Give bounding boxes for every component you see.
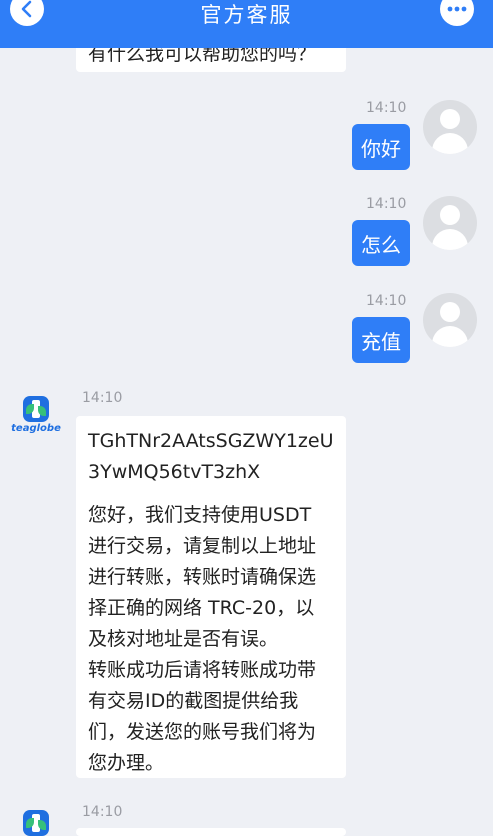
user-message-bubble: 你好 <box>352 124 410 170</box>
user-avatar <box>423 100 477 154</box>
user-avatar <box>423 196 477 250</box>
agent-brand-label: teaglobe <box>11 423 61 434</box>
agent-message-bubble <box>76 828 346 836</box>
message-timestamp: 14:10 <box>366 196 407 212</box>
wallet-address-text[interactable]: TGhTNr2AAtsSGZWY1zeU 3YwMQ56tvT3zhX <box>88 426 333 488</box>
agent-message-bubble: TGhTNr2AAtsSGZWY1zeU 3YwMQ56tvT3zhX 您好，我… <box>76 416 346 778</box>
message-timestamp: 14:10 <box>366 100 407 116</box>
user-message-text: 怎么 <box>361 232 401 257</box>
user-message-text: 充值 <box>361 329 401 354</box>
chat-header: 官方客服 <box>0 0 493 48</box>
chevron-left-icon <box>21 0 32 18</box>
message-timestamp: 14:10 <box>366 293 407 309</box>
message-timestamp: 14:10 <box>82 804 123 820</box>
agent-message-text: 您好，我们支持使用USDT 进行交易，请复制以上地址 进行转账，转账时请确保选 … <box>88 504 317 774</box>
agent-logo-icon <box>23 810 49 836</box>
agent-avatar: teaglobe <box>4 396 68 434</box>
agent-logo-icon <box>23 396 49 422</box>
user-message-bubble: 充值 <box>352 317 410 363</box>
user-message-text: 你好 <box>361 136 401 161</box>
page-title: 官方客服 <box>200 3 293 27</box>
agent-avatar <box>4 810 68 836</box>
more-horizontal-icon <box>447 6 467 12</box>
user-avatar <box>423 293 477 347</box>
message-timestamp: 14:10 <box>82 390 123 406</box>
user-message-bubble: 怎么 <box>352 220 410 266</box>
